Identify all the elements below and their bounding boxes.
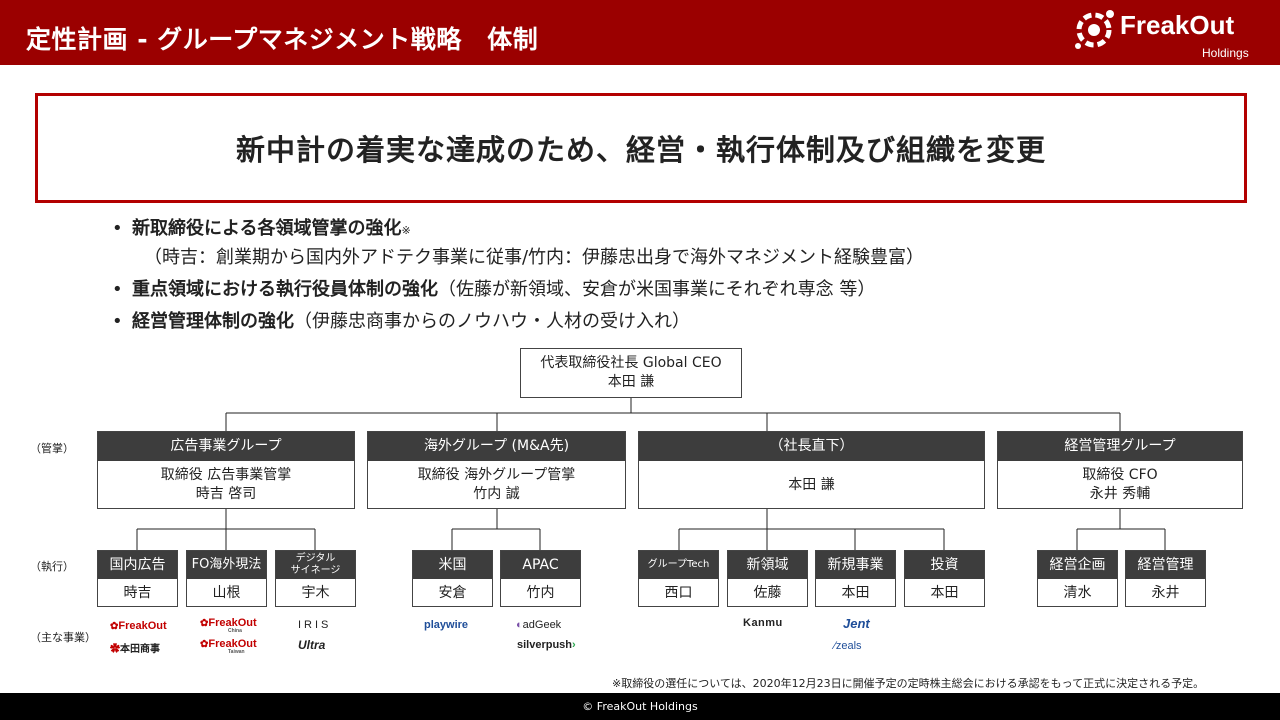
unit-box-fo-overseas: FO海外現法 山根 [186,550,267,607]
unit-box-corporate-planning: 経営企画 清水 [1037,550,1118,607]
unit-head: 投資 [905,551,984,579]
unit-head: 新領域 [728,551,807,579]
group-line1: 取締役 CFO [1082,467,1158,483]
group-head: （社長直下） [639,432,984,461]
row-label-business: （主な事業） [30,631,96,644]
row-label-shikko: （執行） [30,560,74,573]
freakout-china-logo: ✿FreakOut China [200,617,257,634]
group-line1: 本田 謙 [788,476,835,493]
unit-name: 竹内 [526,585,555,601]
row-label-kansho: （管掌） [30,442,74,455]
unit-box-management-admin: 経営管理 永井 [1125,550,1206,607]
unit-name: 清水 [1063,585,1092,601]
ceo-role: 代表取締役社長 Global CEO [540,355,722,371]
unit-name: 時吉 [123,585,152,601]
playwire-logo: playwire [424,619,469,631]
footer-bar: © FreakOut Holdings [0,693,1280,720]
unit-box-apac: APAC 竹内 [500,550,581,607]
group-line2: 時吉 啓司 [195,486,257,502]
unit-name: 山根 [212,585,241,601]
unit-head: デジタル サイネージ [276,551,355,579]
unit-head: 経営企画 [1038,551,1117,579]
group-box-advertising: 広告事業グループ 取締役 広告事業管掌 時吉 啓司 [97,431,355,509]
zeals-logo: ∕zeals [834,640,862,652]
group-box-management: 経営管理グループ 取締役 CFO 永井 秀輔 [997,431,1243,509]
group-head: 経営管理グループ [998,432,1242,461]
unit-box-new-business: 新規事業 本田 [815,550,896,607]
unit-head: 国内広告 [98,551,177,579]
unit-name: 宇木 [301,585,330,601]
unit-box-domestic-ads: 国内広告 時吉 [97,550,178,607]
unit-head: FO海外現法 [187,551,266,579]
unit-head: 新規事業 [816,551,895,579]
unit-name: 本田 [930,585,959,601]
footnote: ※取締役の選任については、2020年12月23日に開催予定の定時株主総会における… [612,677,1205,690]
unit-name: 西口 [664,585,693,601]
group-line2: 竹内 誠 [473,486,520,502]
kanmu-logo: Kanmu [743,617,783,629]
adgeek-logo: ◐adGeek [516,619,562,631]
unit-head: グループTech [639,551,718,579]
group-head: 広告事業グループ [98,432,354,461]
group-line2: 永井 秀輔 [1089,486,1151,502]
unit-head: 米国 [413,551,492,579]
unit-box-digital-signage: デジタル サイネージ 宇木 [275,550,356,607]
group-head: 海外グループ (M&A先) [368,432,625,461]
group-box-overseas: 海外グループ (M&A先) 取締役 海外グループ管掌 竹内 誠 [367,431,626,509]
unit-box-new-domain: 新領域 佐藤 [727,550,808,607]
group-line1: 取締役 広告事業管掌 [160,467,292,483]
ceo-box: 代表取締役社長 Global CEO 本田 謙 [520,348,742,398]
unit-name: 本田 [841,585,870,601]
unit-name: 佐藤 [753,585,782,601]
unit-box-investment: 投資 本田 [904,550,985,607]
ceo-name: 本田 謙 [607,374,655,390]
iris-logo: IRIS [298,619,332,631]
ultra-logo: Ultra [298,638,326,652]
freakout-taiwan-logo: ✿FreakOut Taiwan [200,638,257,655]
unit-head: APAC [501,551,580,579]
unit-head: 経営管理 [1126,551,1205,579]
unit-box-group-tech: グループTech 西口 [638,550,719,607]
unit-box-usa: 米国 安倉 [412,550,493,607]
group-line1: 取締役 海外グループ管掌 [417,467,576,483]
unit-name: 安倉 [438,585,467,601]
group-box-president-direct: （社長直下） 本田 謙 [638,431,985,509]
honda-shoji-logo: ✿本田商事 [110,644,160,655]
unit-name: 永井 [1151,585,1180,601]
freakout-business-logo: ✿FreakOut [110,620,167,632]
jent-logo: Jent [843,616,870,631]
silverpush-logo: silverpush› [517,639,576,651]
